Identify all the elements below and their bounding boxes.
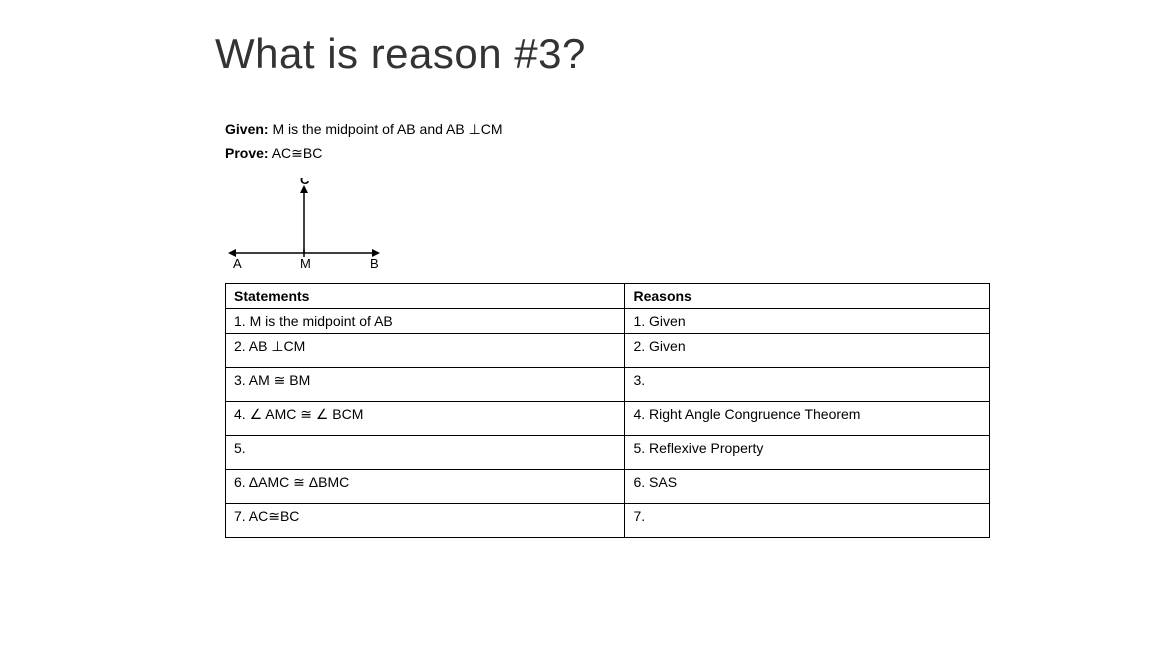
statement-cell: 3. AM ≅ BM [226, 367, 625, 401]
statement-cell: 2. AB ⊥CM [226, 333, 625, 367]
header-statements: Statements [226, 283, 625, 308]
statement-cell: 4. ∠ AMC ≅ ∠ BCM [226, 401, 625, 435]
slide-content: What is reason #3? Given: M is the midpo… [0, 30, 1170, 538]
reason-cell: 2. Given [625, 333, 990, 367]
diagram-label-c: C [300, 178, 310, 187]
statement-cell: 5. [226, 435, 625, 469]
given-line: Given: M is the midpoint of AB and AB ⊥C… [225, 118, 980, 142]
page-title: What is reason #3? [215, 30, 980, 78]
table-row: 7. AC≅BC 7. [226, 503, 990, 537]
reason-cell: 5. Reflexive Property [625, 435, 990, 469]
statement-cell: 7. AC≅BC [226, 503, 625, 537]
table-row: 3. AM ≅ BM 3. [226, 367, 990, 401]
reason-cell: 3. [625, 367, 990, 401]
reason-cell: 4. Right Angle Congruence Theorem [625, 401, 990, 435]
diagram-svg: A M B C [225, 178, 395, 268]
reason-cell: 6. SAS [625, 469, 990, 503]
diagram-label-a: A [233, 256, 242, 268]
table-row: 6. ΔAMC ≅ ΔBMC 6. SAS [226, 469, 990, 503]
diagram-label-m: M [300, 256, 311, 268]
table-row: 5. 5. Reflexive Property [226, 435, 990, 469]
reason-cell: 7. [625, 503, 990, 537]
statement-cell: 6. ΔAMC ≅ ΔBMC [226, 469, 625, 503]
geometry-diagram: A M B C [225, 178, 980, 273]
prove-line: Prove: AC≅BC [225, 142, 980, 166]
header-reasons: Reasons [625, 283, 990, 308]
table-row: 2. AB ⊥CM 2. Given [226, 333, 990, 367]
given-prove-block: Given: M is the midpoint of AB and AB ⊥C… [225, 118, 980, 166]
proof-table: Statements Reasons 1. M is the midpoint … [225, 283, 990, 538]
table-row: 1. M is the midpoint of AB 1. Given [226, 308, 990, 333]
table-row: 4. ∠ AMC ≅ ∠ BCM 4. Right Angle Congruen… [226, 401, 990, 435]
given-text: M is the midpoint of AB and AB ⊥CM [272, 121, 502, 137]
diagram-label-b: B [370, 256, 379, 268]
prove-text: AC≅BC [272, 145, 323, 161]
given-label: Given: [225, 121, 269, 137]
prove-label: Prove: [225, 145, 269, 161]
statement-cell: 1. M is the midpoint of AB [226, 308, 625, 333]
reason-cell: 1. Given [625, 308, 990, 333]
